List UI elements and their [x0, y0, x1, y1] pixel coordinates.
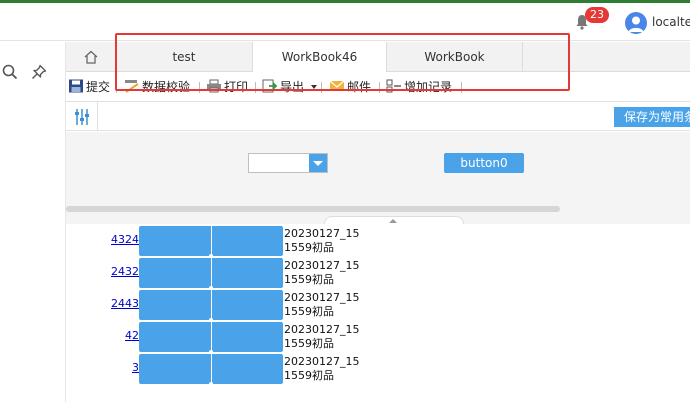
validate-icon [125, 80, 139, 93]
desc-line1: 20230127_15 [284, 227, 360, 240]
toolbar-divider [379, 82, 380, 93]
record-link[interactable]: 42 [66, 329, 139, 342]
search-icon[interactable] [2, 64, 18, 80]
tab-home[interactable] [66, 42, 116, 72]
data-cell[interactable] [211, 322, 283, 352]
printer-icon [207, 79, 221, 93]
tab-workbook[interactable]: WorkBook [387, 42, 523, 72]
tab-workbook46[interactable]: WorkBook46 [253, 42, 387, 72]
parameter-panel: button0 [66, 132, 690, 228]
table-row: 4324 20230127_15 1559初品 [66, 224, 690, 258]
add-record-button[interactable]: 增加记录 [386, 78, 452, 96]
mail-button[interactable]: 邮件 [329, 78, 371, 96]
submit-button[interactable]: 提交 [68, 78, 110, 96]
add-record-label: 增加记录 [404, 80, 453, 94]
toolbar-divider [199, 82, 200, 93]
desc-line2: 1559初品 [284, 273, 334, 286]
table-row: 2432 20230127_15 1559初品 [66, 256, 690, 290]
desc-line2: 1559初品 [284, 305, 334, 318]
home-icon [84, 50, 97, 64]
save-common-condition-button[interactable]: 保存为常用条件 [614, 107, 690, 127]
data-cell[interactable] [211, 354, 283, 384]
data-cell[interactable] [139, 226, 211, 256]
row-description: 20230127_15 1559初品 [284, 227, 360, 255]
desc-line1: 20230127_15 [284, 259, 360, 272]
username[interactable]: localtes [652, 15, 690, 29]
desc-line1: 20230127_15 [284, 323, 360, 336]
avatar[interactable] [625, 12, 647, 34]
export-icon [262, 79, 278, 93]
desc-line1: 20230127_15 [284, 291, 360, 304]
export-dropdown[interactable]: 导出 [262, 78, 317, 96]
app-header: 23 localtes [0, 3, 690, 41]
table-row: 42 20230127_15 1559初品 [66, 320, 690, 354]
table-row: 2443 20230127_15 1559初品 [66, 288, 690, 322]
mail-label: 邮件 [347, 80, 372, 94]
record-link[interactable]: 3 [66, 361, 139, 374]
record-link[interactable]: 2432 [66, 265, 139, 278]
row-description: 20230127_15 1559初品 [284, 259, 360, 287]
toolbar-divider [461, 82, 462, 93]
cell-marker [209, 382, 213, 386]
horizontal-scrollbar[interactable] [66, 206, 560, 212]
report-toolbar: 提交 数据校验 打印 导出 邮件 增加记录 [66, 73, 690, 101]
toolbar-divider [321, 82, 322, 93]
notification-badge: 23 [585, 7, 609, 23]
print-label: 打印 [224, 80, 249, 94]
tab-test[interactable]: test [116, 42, 253, 72]
parameter-select[interactable] [248, 153, 328, 173]
query-bar: 保存为常用条件 [66, 101, 690, 131]
export-label: 导出 [280, 80, 305, 94]
validate-label: 数据校验 [142, 80, 191, 94]
sliders-icon [75, 109, 89, 125]
left-sidebar [0, 42, 66, 402]
data-cell[interactable] [139, 290, 211, 320]
mail-icon [329, 80, 345, 91]
data-cell[interactable] [139, 322, 211, 352]
data-cell[interactable] [211, 258, 283, 288]
row-description: 20230127_15 1559初品 [284, 323, 360, 351]
report-grid: 4324 20230127_15 1559初品 2432 20230127_15 1… [66, 224, 690, 402]
save-icon [69, 79, 83, 93]
query-button[interactable]: button0 [444, 153, 524, 173]
validate-button[interactable]: 数据校验 [124, 78, 190, 96]
data-cell[interactable] [139, 354, 211, 384]
row-description: 20230127_15 1559初品 [284, 355, 360, 383]
chevron-down-icon[interactable] [309, 154, 327, 172]
pin-icon[interactable] [31, 64, 47, 80]
tab-bar: test WorkBook46 WorkBook [66, 42, 690, 72]
add-row-icon [386, 79, 401, 93]
print-button[interactable]: 打印 [206, 78, 248, 96]
toolbar-divider [255, 82, 256, 93]
desc-line2: 1559初品 [284, 241, 334, 254]
toolbar-divider [116, 82, 117, 93]
submit-label: 提交 [86, 80, 111, 94]
row-description: 20230127_15 1559初品 [284, 291, 360, 319]
table-row: 3 20230127_15 1559初品 [66, 352, 690, 386]
record-link[interactable]: 2443 [66, 297, 139, 310]
desc-line2: 1559初品 [284, 337, 334, 350]
chevron-down-icon [310, 85, 317, 89]
data-cell[interactable] [139, 258, 211, 288]
user-icon [628, 16, 644, 32]
data-cell[interactable] [211, 290, 283, 320]
filter-settings-button[interactable] [66, 102, 98, 131]
data-cell[interactable] [211, 226, 283, 256]
desc-line2: 1559初品 [284, 369, 334, 382]
record-link[interactable]: 4324 [66, 233, 139, 246]
desc-line1: 20230127_15 [284, 355, 360, 368]
